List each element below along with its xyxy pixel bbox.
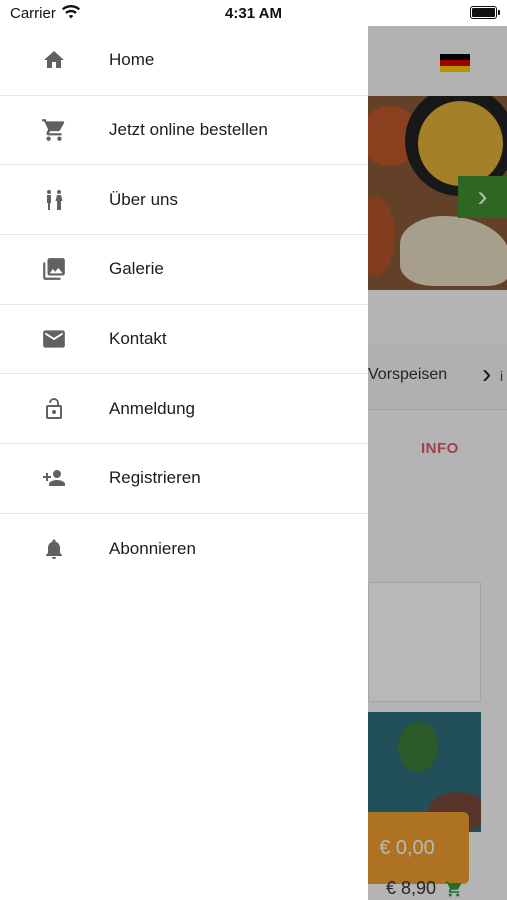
add-user-icon [40, 464, 68, 492]
menu-item-label: Registrieren [109, 468, 201, 488]
mail-icon [40, 325, 68, 353]
menu-item-label: Galerie [109, 259, 164, 279]
people-icon [40, 186, 68, 214]
clock: 4:31 AM [225, 5, 282, 22]
battery-icon [470, 6, 500, 19]
menu-item-label: Anmeldung [109, 398, 196, 418]
menu-item-label: Home [109, 50, 155, 70]
home-icon [40, 46, 68, 74]
menu-item-label: Abonnieren [109, 538, 196, 558]
lock-icon [40, 395, 68, 423]
gallery-icon [40, 255, 68, 283]
menu-item-label: Jetzt online bestellen [109, 120, 268, 140]
status-bar: Carrier 4:31 AM [0, 0, 507, 26]
cart-icon [40, 116, 68, 144]
menu-item-label: Über uns [109, 189, 178, 209]
menu-item-subscribe[interactable]: Abonnieren [0, 514, 368, 584]
bell-icon [40, 535, 68, 563]
menu-item-login[interactable]: Anmeldung [0, 374, 368, 445]
menu-item-about-us[interactable]: Über uns [0, 165, 368, 236]
navigation-drawer: Home Jetzt online bestellen Über uns Gal… [0, 26, 368, 900]
menu-item-label: Kontakt [109, 329, 167, 349]
menu-item-contact[interactable]: Kontakt [0, 305, 368, 375]
menu-item-home[interactable]: Home [0, 26, 368, 96]
menu-item-order-online[interactable]: Jetzt online bestellen [0, 96, 368, 166]
menu-item-register[interactable]: Registrieren [0, 444, 368, 514]
menu-item-gallery[interactable]: Galerie [0, 235, 368, 305]
